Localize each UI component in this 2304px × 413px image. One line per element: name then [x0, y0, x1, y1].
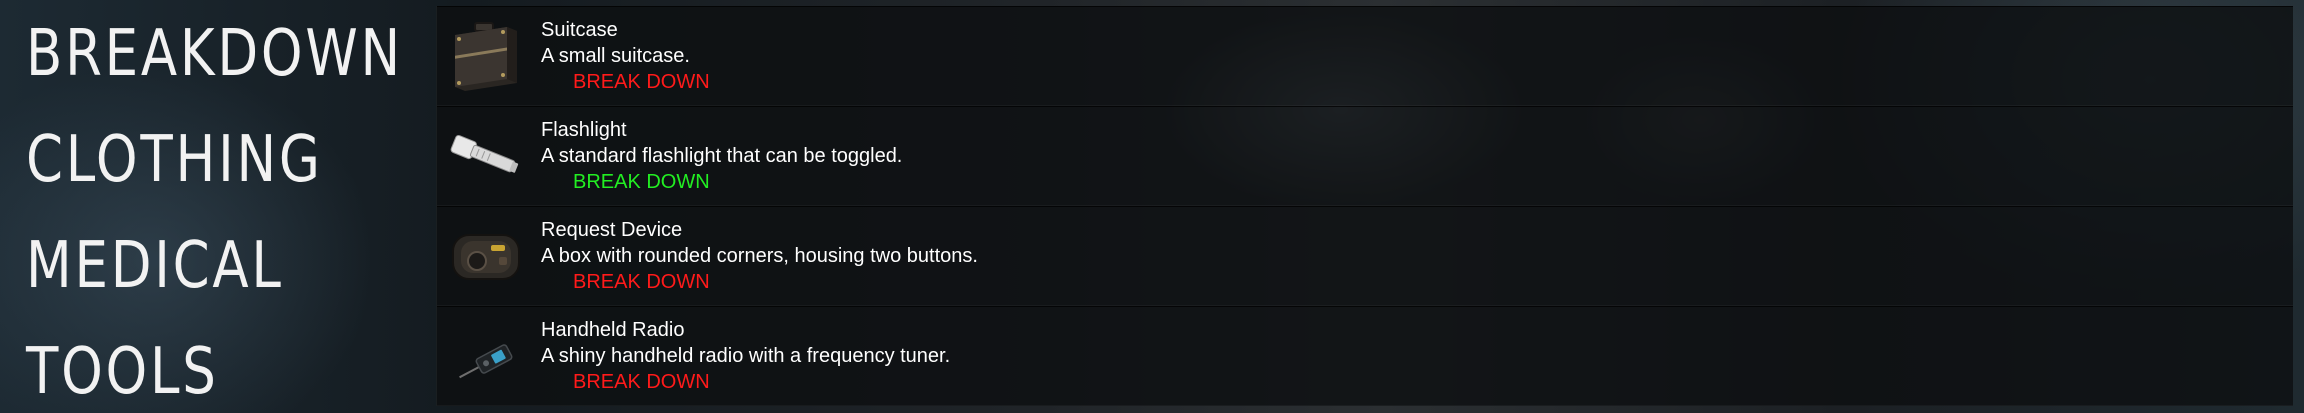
request-device-icon [447, 217, 525, 295]
item-description: A box with rounded corners, housing two … [541, 245, 978, 267]
list-item: Handheld Radio A shiny handheld radio wi… [437, 306, 2293, 406]
item-description: A shiny handheld radio with a frequency … [541, 345, 951, 367]
break-down-button[interactable]: BREAK DOWN [573, 71, 710, 93]
list-item: Request Device A box with rounded corner… [437, 206, 2293, 306]
category-medical[interactable]: MEDICAL [26, 234, 284, 298]
break-down-button[interactable]: BREAK DOWN [573, 371, 710, 393]
category-sidebar: BREAKDOWN CLOTHING MEDICAL TOOLS [0, 0, 430, 413]
break-down-button[interactable]: BREAK DOWN [573, 171, 710, 193]
item-name: Handheld Radio [541, 319, 685, 341]
suitcase-icon [447, 17, 525, 95]
list-item: Suitcase A small suitcase. BREAK DOWN [437, 6, 2293, 106]
list-item: Flashlight A standard flashlight that ca… [437, 106, 2293, 206]
item-name: Request Device [541, 219, 683, 241]
category-tools[interactable]: TOOLS [26, 340, 219, 404]
category-clothing[interactable]: CLOTHING [26, 128, 323, 192]
category-breakdown[interactable]: BREAKDOWN [26, 22, 403, 86]
item-list: Suitcase A small suitcase. BREAK DOWN Fl… [436, 6, 2293, 406]
item-name: Flashlight [541, 119, 627, 141]
handheld-radio-icon [447, 317, 525, 395]
flashlight-icon [447, 117, 525, 195]
item-description: A small suitcase. [541, 45, 690, 67]
item-name: Suitcase [541, 19, 618, 41]
break-down-button[interactable]: BREAK DOWN [573, 271, 710, 293]
item-description: A standard flashlight that can be toggle… [541, 145, 903, 167]
